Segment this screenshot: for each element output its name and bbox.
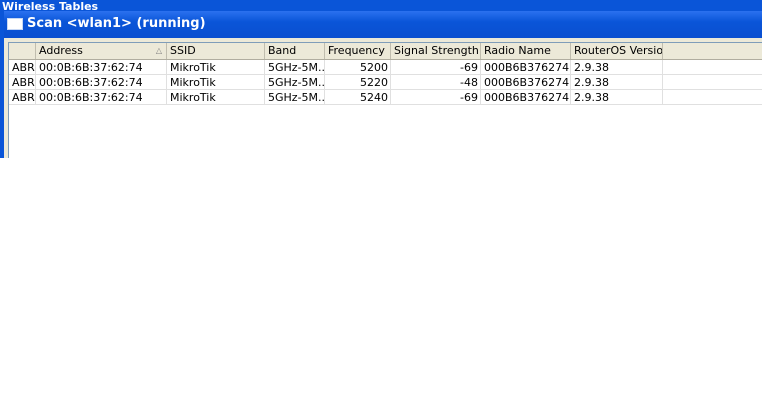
cell-routeros-version: 2.9.38 bbox=[571, 60, 663, 75]
column-header-signal-strength[interactable]: Signal Strength bbox=[391, 43, 481, 59]
column-header-ssid[interactable]: SSID bbox=[167, 43, 265, 59]
cell-address: 00:0B:6B:37:62:74 bbox=[36, 90, 167, 105]
cell-band: 5GHz-5M... bbox=[265, 90, 325, 105]
cell-ssid: MikroTik bbox=[167, 90, 265, 105]
table-row[interactable]: ABR 00:0B:6B:37:62:74 MikroTik 5GHz-5M..… bbox=[9, 75, 762, 90]
window-title: Scan <wlan1> (running) bbox=[27, 16, 206, 31]
column-header-label: Address bbox=[39, 44, 83, 57]
column-header-filler bbox=[663, 43, 762, 59]
cell-frequency: 5220 bbox=[325, 75, 391, 90]
window-icon bbox=[7, 18, 23, 30]
cell-filler bbox=[663, 60, 762, 75]
window-client-area: Address △ SSID Band Frequency Signal Str… bbox=[4, 38, 762, 158]
table-row[interactable]: ABR 00:0B:6B:37:62:74 MikroTik 5GHz-5M..… bbox=[9, 90, 762, 105]
cell-radio-name: 000B6B376274 bbox=[481, 75, 571, 90]
cell-flags: ABR bbox=[9, 90, 36, 105]
table-header: Address △ SSID Band Frequency Signal Str… bbox=[9, 43, 762, 60]
cell-flags: ABR bbox=[9, 60, 36, 75]
column-header-frequency[interactable]: Frequency bbox=[325, 43, 391, 59]
column-header-address[interactable]: Address △ bbox=[36, 43, 167, 59]
column-header-radio-name[interactable]: Radio Name bbox=[481, 43, 571, 59]
column-header-flags[interactable] bbox=[9, 43, 36, 59]
cell-signal-strength: -69 bbox=[391, 90, 481, 105]
cell-ssid: MikroTik bbox=[167, 75, 265, 90]
column-header-band[interactable]: Band bbox=[265, 43, 325, 59]
cell-filler bbox=[663, 90, 762, 105]
table-row[interactable]: ABR 00:0B:6B:37:62:74 MikroTik 5GHz-5M..… bbox=[9, 60, 762, 75]
scan-results-table[interactable]: Address △ SSID Band Frequency Signal Str… bbox=[8, 42, 762, 158]
cell-radio-name: 000B6B376274 bbox=[481, 90, 571, 105]
cell-address: 00:0B:6B:37:62:74 bbox=[36, 60, 167, 75]
cell-ssid: MikroTik bbox=[167, 60, 265, 75]
cell-band: 5GHz-5M... bbox=[265, 60, 325, 75]
cell-band: 5GHz-5M... bbox=[265, 75, 325, 90]
scan-window: Scan <wlan1> (running) Address △ SSID Ba… bbox=[0, 11, 762, 158]
cell-routeros-version: 2.9.38 bbox=[571, 90, 663, 105]
cell-address: 00:0B:6B:37:62:74 bbox=[36, 75, 167, 90]
title-bar[interactable]: Scan <wlan1> (running) bbox=[0, 11, 762, 38]
column-header-routeros-version[interactable]: RouterOS Version bbox=[571, 43, 663, 59]
cell-frequency: 5200 bbox=[325, 60, 391, 75]
cell-frequency: 5240 bbox=[325, 90, 391, 105]
cell-signal-strength: -69 bbox=[391, 60, 481, 75]
cell-filler bbox=[663, 75, 762, 90]
cell-flags: ABR bbox=[9, 75, 36, 90]
window-left-border bbox=[0, 11, 4, 158]
cell-routeros-version: 2.9.38 bbox=[571, 75, 663, 90]
cell-signal-strength: -48 bbox=[391, 75, 481, 90]
sort-ascending-icon: △ bbox=[155, 46, 162, 55]
cell-radio-name: 000B6B376274 bbox=[481, 60, 571, 75]
